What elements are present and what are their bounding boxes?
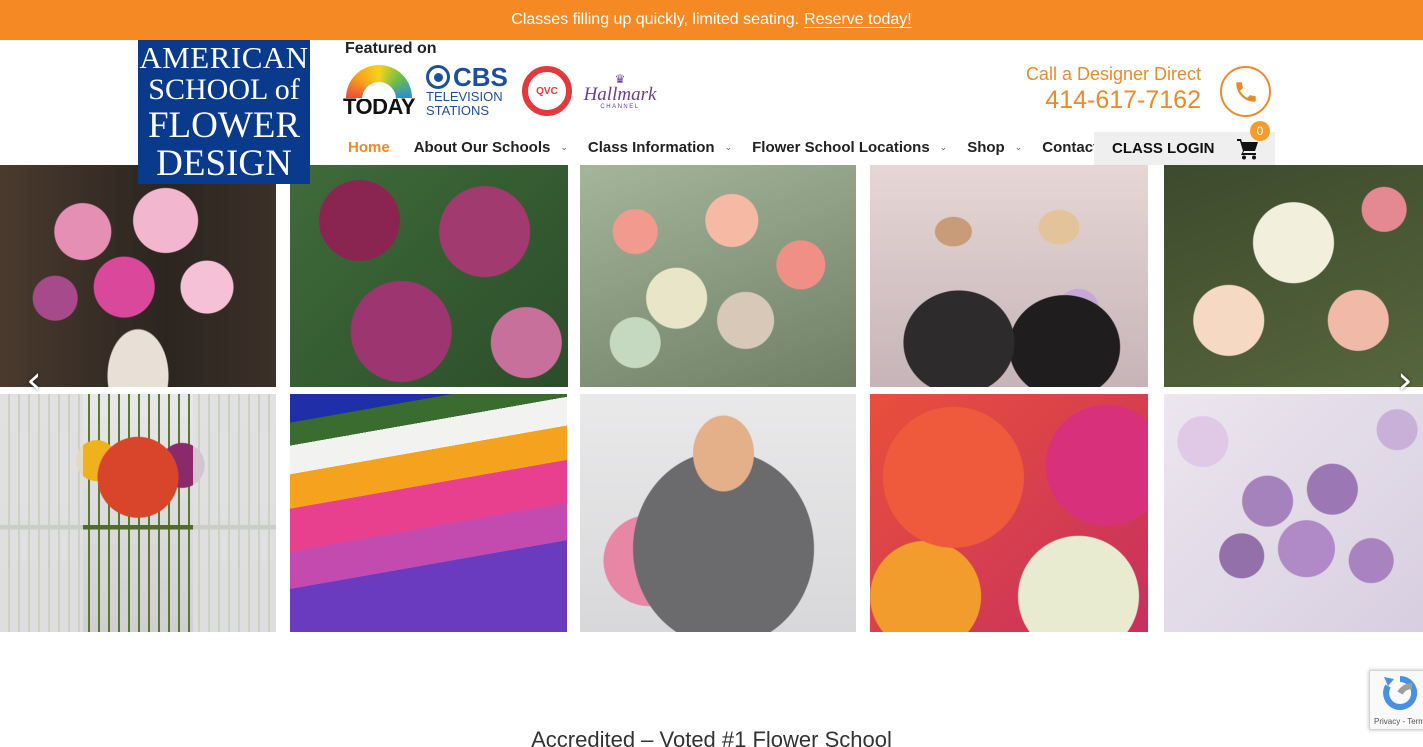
nav-item-label: Shop	[967, 138, 1005, 156]
nav-item-label: Class Information	[587, 138, 715, 156]
flower-gallery	[0, 165, 1423, 632]
chevron-left-icon: ‹	[26, 358, 42, 402]
qvc-ring-icon: QVC	[522, 66, 572, 116]
cbs-sub-2: STATIONS	[426, 103, 490, 118]
gallery-image-lavender-roses[interactable]	[1164, 394, 1423, 632]
gallery-image-flower-fields[interactable]	[290, 394, 567, 632]
class-login-label: CLASS LOGIN	[1112, 140, 1215, 157]
cbs-logo-text: CBS	[453, 62, 508, 93]
recaptcha-icon	[1383, 675, 1418, 710]
logo-line-4: DESIGN	[156, 143, 292, 184]
cbs-eye-icon	[426, 65, 450, 90]
chevron-down-icon: ⌄	[939, 141, 948, 152]
hallmark-logo-text: Hallmark	[583, 83, 657, 105]
announcement-bar: Classes filling up quickly, limited seat…	[0, 0, 1423, 40]
phone-number-link[interactable]: 414-617-7162	[1045, 86, 1201, 115]
reserve-today-link[interactable]: Reserve today!	[804, 11, 912, 29]
call-designer-label: Call a Designer Direct	[1025, 64, 1201, 84]
phone-call-button[interactable]	[1220, 66, 1271, 117]
gallery-image-mixed-bouquet[interactable]	[0, 394, 276, 632]
chevron-right-icon: ›	[1397, 358, 1413, 402]
chevron-down-icon: ⌄	[724, 141, 733, 152]
today-rainbow-icon	[346, 64, 412, 99]
today-logo-text: TODAY	[342, 93, 416, 119]
logo-line-1: AMERICAN	[139, 40, 309, 75]
nav-item-class-information[interactable]: Class Information ⌄	[576, 132, 740, 162]
gallery-image-orange-roses[interactable]	[870, 394, 1148, 632]
gallery-image-peach-rose-bouquet[interactable]	[580, 165, 856, 387]
recaptcha-badge[interactable]: Privacy - Terms	[1369, 670, 1423, 730]
gallery-image-pink-peony-urn[interactable]	[0, 165, 276, 387]
main-nav: Home About Our Schools ⌄ Class Informati…	[336, 132, 1110, 162]
cart-count-badge: 0	[1250, 121, 1270, 141]
gallery-image-two-florists[interactable]	[870, 165, 1148, 387]
qvc-logo: QVC	[521, 64, 573, 118]
nav-item-about-our-schools[interactable]: About Our Schools ⌄	[402, 132, 576, 162]
nav-item-label: Home	[348, 138, 390, 156]
phone-icon	[1235, 81, 1256, 102]
gallery-image-calla-lily-bouquet[interactable]	[1164, 165, 1423, 387]
chevron-down-icon: ⌄	[560, 141, 568, 152]
gallery-image-burgundy-peonies[interactable]	[290, 165, 568, 387]
logo-line-3: FLOWER	[147, 105, 301, 146]
announcement-text: Classes filling up quickly, limited seat…	[511, 11, 800, 28]
gallery-image-man-with-roses[interactable]	[580, 394, 856, 632]
featured-on-label: Featured on	[345, 40, 437, 57]
school-logo[interactable]: AMERICAN SCHOOL of FLOWER DESIGN	[138, 40, 310, 184]
logo-line-2: SCHOOL of	[148, 73, 300, 106]
chevron-down-icon: ⌄	[1014, 141, 1023, 152]
hallmark-logo: ♛ Hallmark CHANNEL	[580, 64, 660, 118]
nav-item-shop[interactable]: Shop ⌄	[955, 132, 1030, 162]
today-show-logo: TODAY	[342, 64, 416, 119]
cbs-logo: CBS TELEVISION STATIONS	[426, 64, 512, 118]
gallery-next-button[interactable]: ›	[1393, 360, 1417, 400]
nav-item-label: Contact	[1042, 138, 1099, 156]
nav-item-home[interactable]: Home	[336, 132, 402, 162]
qvc-logo-text: QVC	[533, 84, 561, 98]
nav-item-flower-school-locations[interactable]: Flower School Locations ⌄	[740, 132, 955, 162]
nav-item-label: About Our Schools	[413, 138, 551, 156]
hallmark-channel-text: CHANNEL	[600, 103, 640, 110]
crown-icon: ♛	[614, 71, 626, 86]
shopping-cart-icon[interactable]	[1236, 138, 1260, 160]
recaptcha-terms[interactable]: Privacy - Terms	[1374, 717, 1423, 726]
gallery-prev-button[interactable]: ‹	[22, 360, 46, 400]
cbs-sub-1: TELEVISION	[426, 89, 503, 105]
nav-item-label: Flower School Locations	[752, 138, 930, 156]
accredited-heading: Accredited – Voted #1 Flower School	[531, 727, 892, 747]
